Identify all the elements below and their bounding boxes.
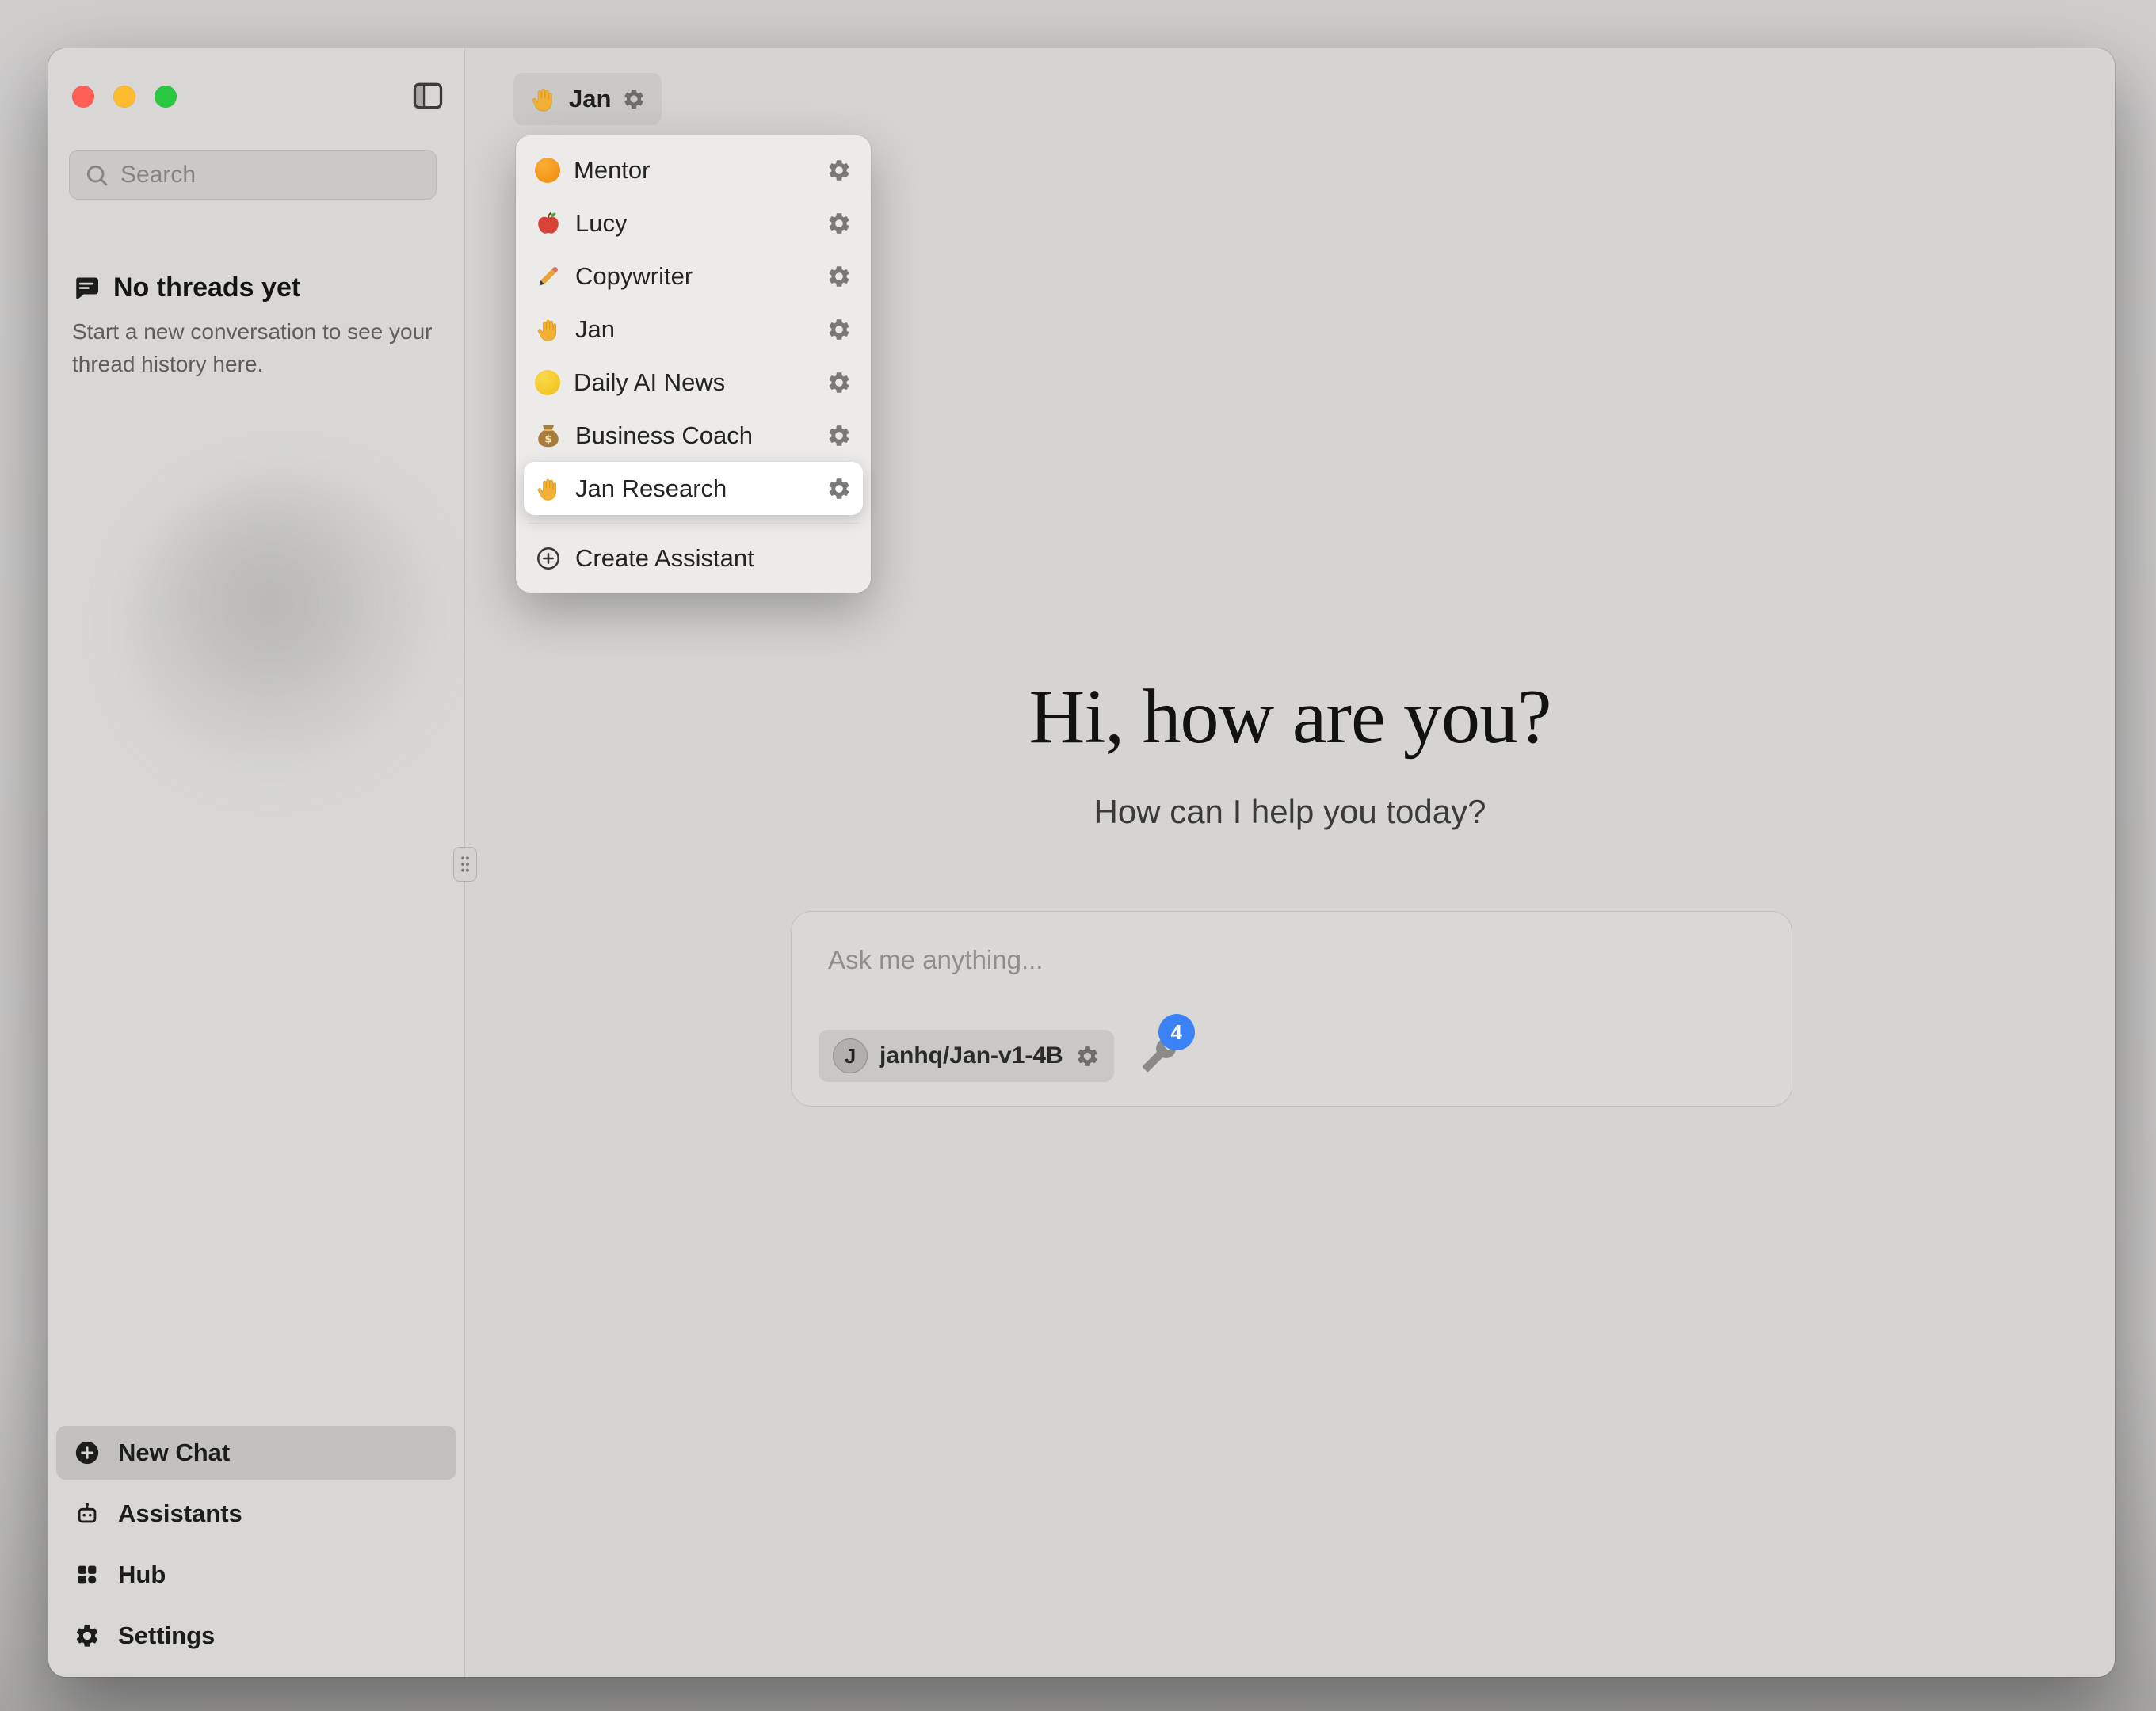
plus-circle-outline-icon — [535, 545, 562, 572]
gear-icon — [74, 1622, 101, 1649]
nav-label: Assistants — [118, 1500, 242, 1528]
menu-item-label: Business Coach — [575, 421, 753, 450]
gear-icon[interactable] — [826, 370, 852, 395]
money-bag-icon — [535, 422, 562, 449]
window-controls — [72, 86, 177, 108]
menu-item-jan-research[interactable]: Jan Research — [524, 462, 863, 515]
menu-item-copywriter[interactable]: Copywriter — [524, 250, 863, 303]
robot-icon — [74, 1500, 101, 1527]
main-area: Jan Mentor Lucy Copywriter Jan — [465, 48, 2115, 1677]
menu-item-business-coach[interactable]: Business Coach — [524, 409, 863, 462]
yellow-circle-icon — [535, 370, 560, 395]
composer-toolbar: J janhq/Jan-v1-4B 4 — [819, 1030, 1179, 1082]
waving-hand-icon — [535, 316, 562, 343]
zoom-window-button[interactable] — [155, 86, 177, 108]
assistants-nav-button[interactable]: Assistants — [56, 1487, 456, 1541]
empty-title: No threads yet — [113, 272, 300, 303]
gear-icon[interactable] — [826, 158, 852, 183]
create-assistant-label: Create Assistant — [575, 544, 754, 573]
menu-item-label: Copywriter — [575, 262, 693, 291]
search-input[interactable] — [120, 162, 426, 189]
search-icon — [84, 162, 109, 188]
empty-threads-state: No threads yet Start a new conversation … — [72, 272, 442, 380]
grip-dots-icon — [460, 855, 471, 874]
nav-label: Hub — [118, 1560, 166, 1589]
menu-divider — [529, 523, 858, 524]
menu-item-mentor[interactable]: Mentor — [524, 143, 863, 196]
hub-nav-button[interactable]: Hub — [56, 1548, 456, 1602]
gear-icon[interactable] — [622, 87, 646, 111]
menu-item-label: Lucy — [575, 209, 627, 238]
waving-hand-icon — [535, 475, 562, 502]
model-avatar: J — [833, 1038, 868, 1073]
new-chat-button[interactable]: New Chat — [56, 1426, 456, 1480]
menu-item-lucy[interactable]: Lucy — [524, 196, 863, 250]
assistant-selector-button[interactable]: Jan — [513, 73, 662, 125]
close-window-button[interactable] — [72, 86, 94, 108]
create-assistant-button[interactable]: Create Assistant — [524, 532, 863, 585]
grid-icon — [74, 1561, 101, 1588]
orange-circle-icon — [535, 158, 560, 183]
search-box[interactable] — [69, 150, 437, 200]
nav-label: Settings — [118, 1621, 215, 1650]
assistant-menu: Mentor Lucy Copywriter Jan Daily AI News — [516, 135, 871, 593]
sidebar-toggle-icon[interactable] — [410, 78, 445, 113]
tools-count-badge: 4 — [1158, 1014, 1195, 1050]
settings-nav-button[interactable]: Settings — [56, 1609, 456, 1663]
model-selector-button[interactable]: J janhq/Jan-v1-4B — [819, 1030, 1114, 1082]
nav-label: New Chat — [118, 1439, 230, 1467]
menu-item-label: Daily AI News — [574, 368, 725, 397]
greeting-title: Hi, how are you? — [465, 673, 2115, 761]
sidebar: No threads yet Start a new conversation … — [48, 48, 465, 1677]
plus-circle-icon — [74, 1439, 101, 1466]
waving-hand-icon — [529, 85, 558, 113]
menu-item-label: Jan Research — [575, 474, 727, 503]
sidebar-nav: New Chat Assistants Hub Settings — [56, 1426, 456, 1663]
menu-item-jan[interactable]: Jan — [524, 303, 863, 356]
sidebar-watermark — [128, 476, 445, 793]
menu-item-daily-ai-news[interactable]: Daily AI News — [524, 356, 863, 409]
assistant-selector-label: Jan — [569, 85, 611, 113]
gear-icon[interactable] — [826, 317, 852, 342]
red-apple-icon — [535, 210, 562, 237]
sidebar-resize-handle[interactable] — [453, 847, 477, 882]
model-name: janhq/Jan-v1-4B — [880, 1042, 1063, 1069]
app-window: No threads yet Start a new conversation … — [48, 48, 2115, 1677]
menu-item-label: Mentor — [574, 156, 650, 185]
chat-composer: J janhq/Jan-v1-4B 4 — [791, 911, 1792, 1107]
minimize-window-button[interactable] — [113, 86, 135, 108]
gear-icon[interactable] — [826, 264, 852, 289]
chat-input[interactable] — [792, 912, 1792, 1007]
gear-icon[interactable] — [826, 423, 852, 448]
tools-button[interactable]: 4 — [1139, 1036, 1179, 1076]
gear-icon[interactable] — [1075, 1044, 1100, 1069]
gear-icon[interactable] — [826, 211, 852, 236]
chat-bubble-icon — [72, 274, 101, 303]
menu-item-label: Jan — [575, 315, 615, 344]
empty-description: Start a new conversation to see your thr… — [72, 316, 442, 380]
greeting-subtitle: How can I help you today? — [465, 793, 2115, 831]
pencil-icon — [535, 263, 562, 290]
gear-icon[interactable] — [826, 476, 852, 501]
